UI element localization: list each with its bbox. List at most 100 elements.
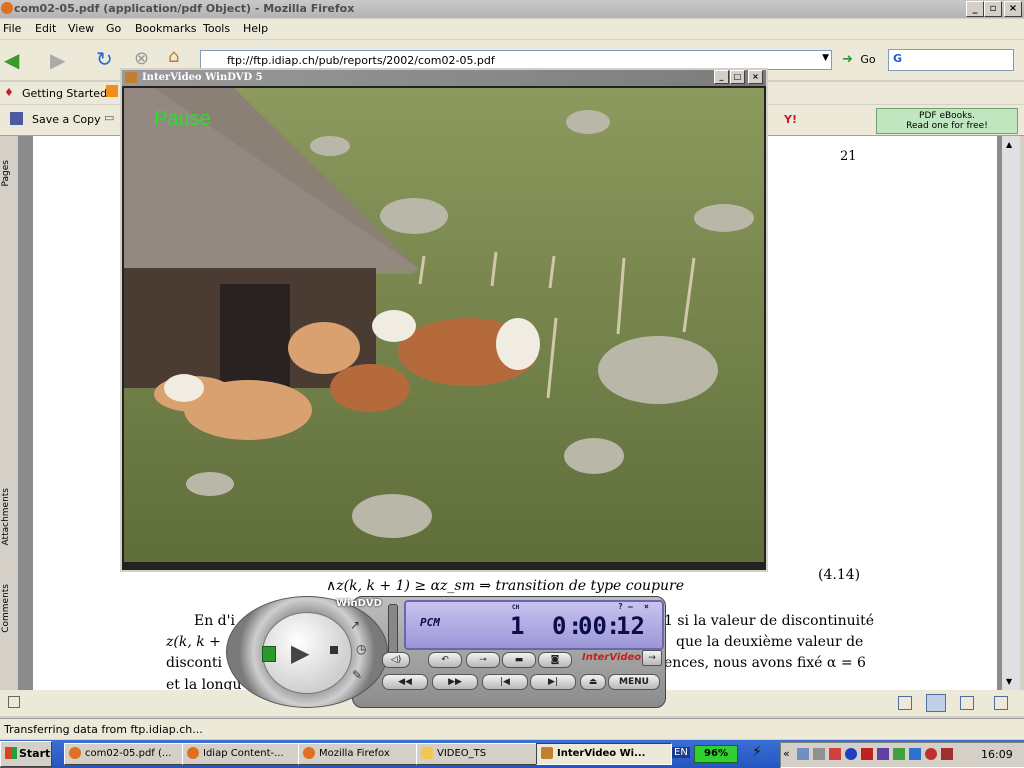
layout-facing-icon[interactable] — [960, 696, 974, 710]
task-windvd[interactable]: InterVideo Wi... — [536, 743, 672, 765]
tab-pages[interactable]: Pages — [1, 160, 15, 186]
rewind-button[interactable]: ◀◀ — [382, 674, 428, 690]
yahoo-icon[interactable]: Y! — [784, 113, 797, 126]
video-frame[interactable] — [124, 88, 764, 562]
tray-user-icon[interactable] — [941, 748, 953, 760]
fastforward-button[interactable]: ▶▶ — [432, 674, 478, 690]
expand-button[interactable]: → — [642, 650, 662, 666]
tray-display-icon[interactable] — [893, 748, 905, 760]
menu-tools[interactable]: Tools — [203, 22, 230, 35]
url-text: ftp://ftp.idiap.ch/pub/reports/2002/com0… — [227, 54, 495, 67]
tab-comments[interactable]: Comments — [1, 584, 15, 633]
firefox-title-bar: com02-05.pdf (application/pdf Object) - … — [0, 0, 1024, 18]
menu-edit[interactable]: Edit — [35, 22, 56, 35]
language-indicator[interactable]: EN — [672, 747, 690, 758]
folder-icon — [421, 747, 433, 759]
layout-continuous-icon[interactable] — [926, 694, 946, 712]
firefox-task-icon — [303, 747, 315, 759]
tab-attachments[interactable]: Attachments — [1, 488, 15, 545]
home-icon[interactable]: ⌂ — [168, 46, 179, 67]
go-button[interactable]: ➜ Go — [842, 52, 876, 67]
hide-panel-icon[interactable] — [8, 696, 20, 708]
close-button[interactable]: × — [1004, 1, 1022, 17]
menu-button[interactable]: MENU — [608, 674, 660, 690]
eject-button[interactable]: ⏏ — [580, 674, 606, 690]
page-number: 21 — [840, 149, 857, 164]
battery-indicator[interactable]: 96% — [694, 745, 738, 763]
tray-network-icon[interactable] — [797, 748, 809, 760]
capture-button[interactable]: ◙ — [538, 652, 572, 668]
url-bar[interactable]: ftp://ftp.idiap.ch/pub/reports/2002/com0… — [200, 50, 832, 70]
scroll-up-icon[interactable]: ▲ — [1006, 140, 1012, 149]
windvd-display: PCM CH 1 0 : 00 : 12 ? – × — [404, 600, 664, 650]
menu-view[interactable]: View — [68, 22, 94, 35]
tray-app-icon[interactable] — [861, 748, 873, 760]
text-line3-left: disconti — [166, 655, 223, 671]
window-title: com02-05.pdf (application/pdf Object) - … — [14, 2, 355, 15]
zoom-button[interactable]: ⊸ — [466, 652, 500, 668]
mute-button[interactable]: ◁) — [382, 652, 410, 668]
menu-bookmarks[interactable]: Bookmarks — [135, 22, 196, 35]
pdf-scrollbar[interactable]: ▲ ▼ — [1002, 136, 1020, 690]
clock-icon[interactable]: ◷ — [356, 642, 366, 656]
start-button[interactable]: Start — [0, 741, 52, 767]
pen-icon[interactable]: ✎ — [352, 668, 362, 682]
tray-antivirus-icon[interactable] — [925, 748, 937, 760]
bookmark-getting-started[interactable]: Getting Started — [22, 87, 107, 100]
back-icon[interactable]: ◀ — [4, 48, 19, 72]
aspect-button[interactable]: ▬ — [502, 652, 536, 668]
maximize-button[interactable]: ▫ — [984, 1, 1002, 17]
previous-chapter-button[interactable]: |◀ — [482, 674, 528, 690]
tray-shield-icon[interactable] — [877, 748, 889, 760]
task-video-ts[interactable]: VIDEO_TS — [416, 743, 550, 765]
google-icon: G — [893, 52, 903, 65]
text-line2-right: que la deuxième valeur de — [676, 634, 864, 650]
windvd-minimize-button[interactable]: _ — [714, 70, 729, 84]
task-idiap[interactable]: Idiap Content-... — [182, 743, 314, 765]
return-button[interactable]: ↶ — [428, 652, 462, 668]
help-icon[interactable]: ? — [618, 602, 623, 611]
tray-expand-icon[interactable]: « — [783, 747, 790, 760]
tray-security-icon[interactable] — [829, 748, 841, 760]
firefox-icon — [1, 2, 13, 14]
text-line1-right: 1 si la valeur de discontinuité — [664, 613, 875, 629]
windvd-maximize-button[interactable]: □ — [730, 70, 745, 84]
print-icon[interactable]: ▭ — [104, 111, 114, 124]
tray-flag-icon[interactable] — [909, 748, 921, 760]
clock[interactable]: 16:09 — [981, 748, 1013, 761]
time-minutes: 00 — [578, 612, 607, 640]
minimize-button[interactable]: _ — [966, 1, 984, 17]
stop-button-icon[interactable] — [330, 646, 338, 654]
time-hours: 0 — [552, 612, 567, 640]
subtitle-icon[interactable]: ↗ — [350, 618, 360, 632]
windvd-brand: WinDVD — [336, 598, 382, 609]
forward-icon[interactable]: ▶ — [50, 48, 65, 72]
layout-single-icon[interactable] — [898, 696, 912, 710]
firefox-task-icon — [187, 747, 199, 759]
text-line2-left: z(k, k + — [166, 634, 221, 650]
system-tray: « 16:09 — [780, 742, 1024, 768]
scroll-down-icon[interactable]: ▼ — [1006, 677, 1012, 686]
ebooks-banner[interactable]: PDF eBooks. Read one for free! — [876, 108, 1018, 134]
tray-bluetooth-icon[interactable] — [845, 748, 857, 760]
dropdown-icon[interactable]: ▼ — [822, 53, 829, 63]
bookmark-icon: ♦ — [4, 86, 14, 99]
task-firefox[interactable]: Mozilla Firefox — [298, 743, 432, 765]
display-close-icon[interactable]: × — [644, 602, 649, 611]
next-chapter-button[interactable]: ▶| — [530, 674, 576, 690]
reload-icon[interactable]: ↻ — [96, 47, 113, 71]
menu-file[interactable]: File — [3, 22, 21, 35]
task-pdf[interactable]: com02-05.pdf (... — [64, 743, 198, 765]
save-copy-button[interactable]: Save a Copy — [32, 113, 101, 126]
search-input[interactable]: G — [888, 49, 1014, 71]
stop-icon[interactable]: ⊗ — [134, 48, 149, 69]
pause-button-icon[interactable] — [262, 646, 276, 662]
windvd-icon — [125, 72, 137, 83]
ebooks-line1: PDF eBooks. — [919, 111, 975, 121]
menu-go[interactable]: Go — [106, 22, 121, 35]
windvd-close-button[interactable]: × — [748, 70, 763, 84]
layout-continuous-facing-icon[interactable] — [994, 696, 1008, 710]
tray-volume-icon[interactable] — [813, 748, 825, 760]
display-minimize-icon[interactable]: – — [628, 602, 633, 611]
menu-help[interactable]: Help — [243, 22, 268, 35]
